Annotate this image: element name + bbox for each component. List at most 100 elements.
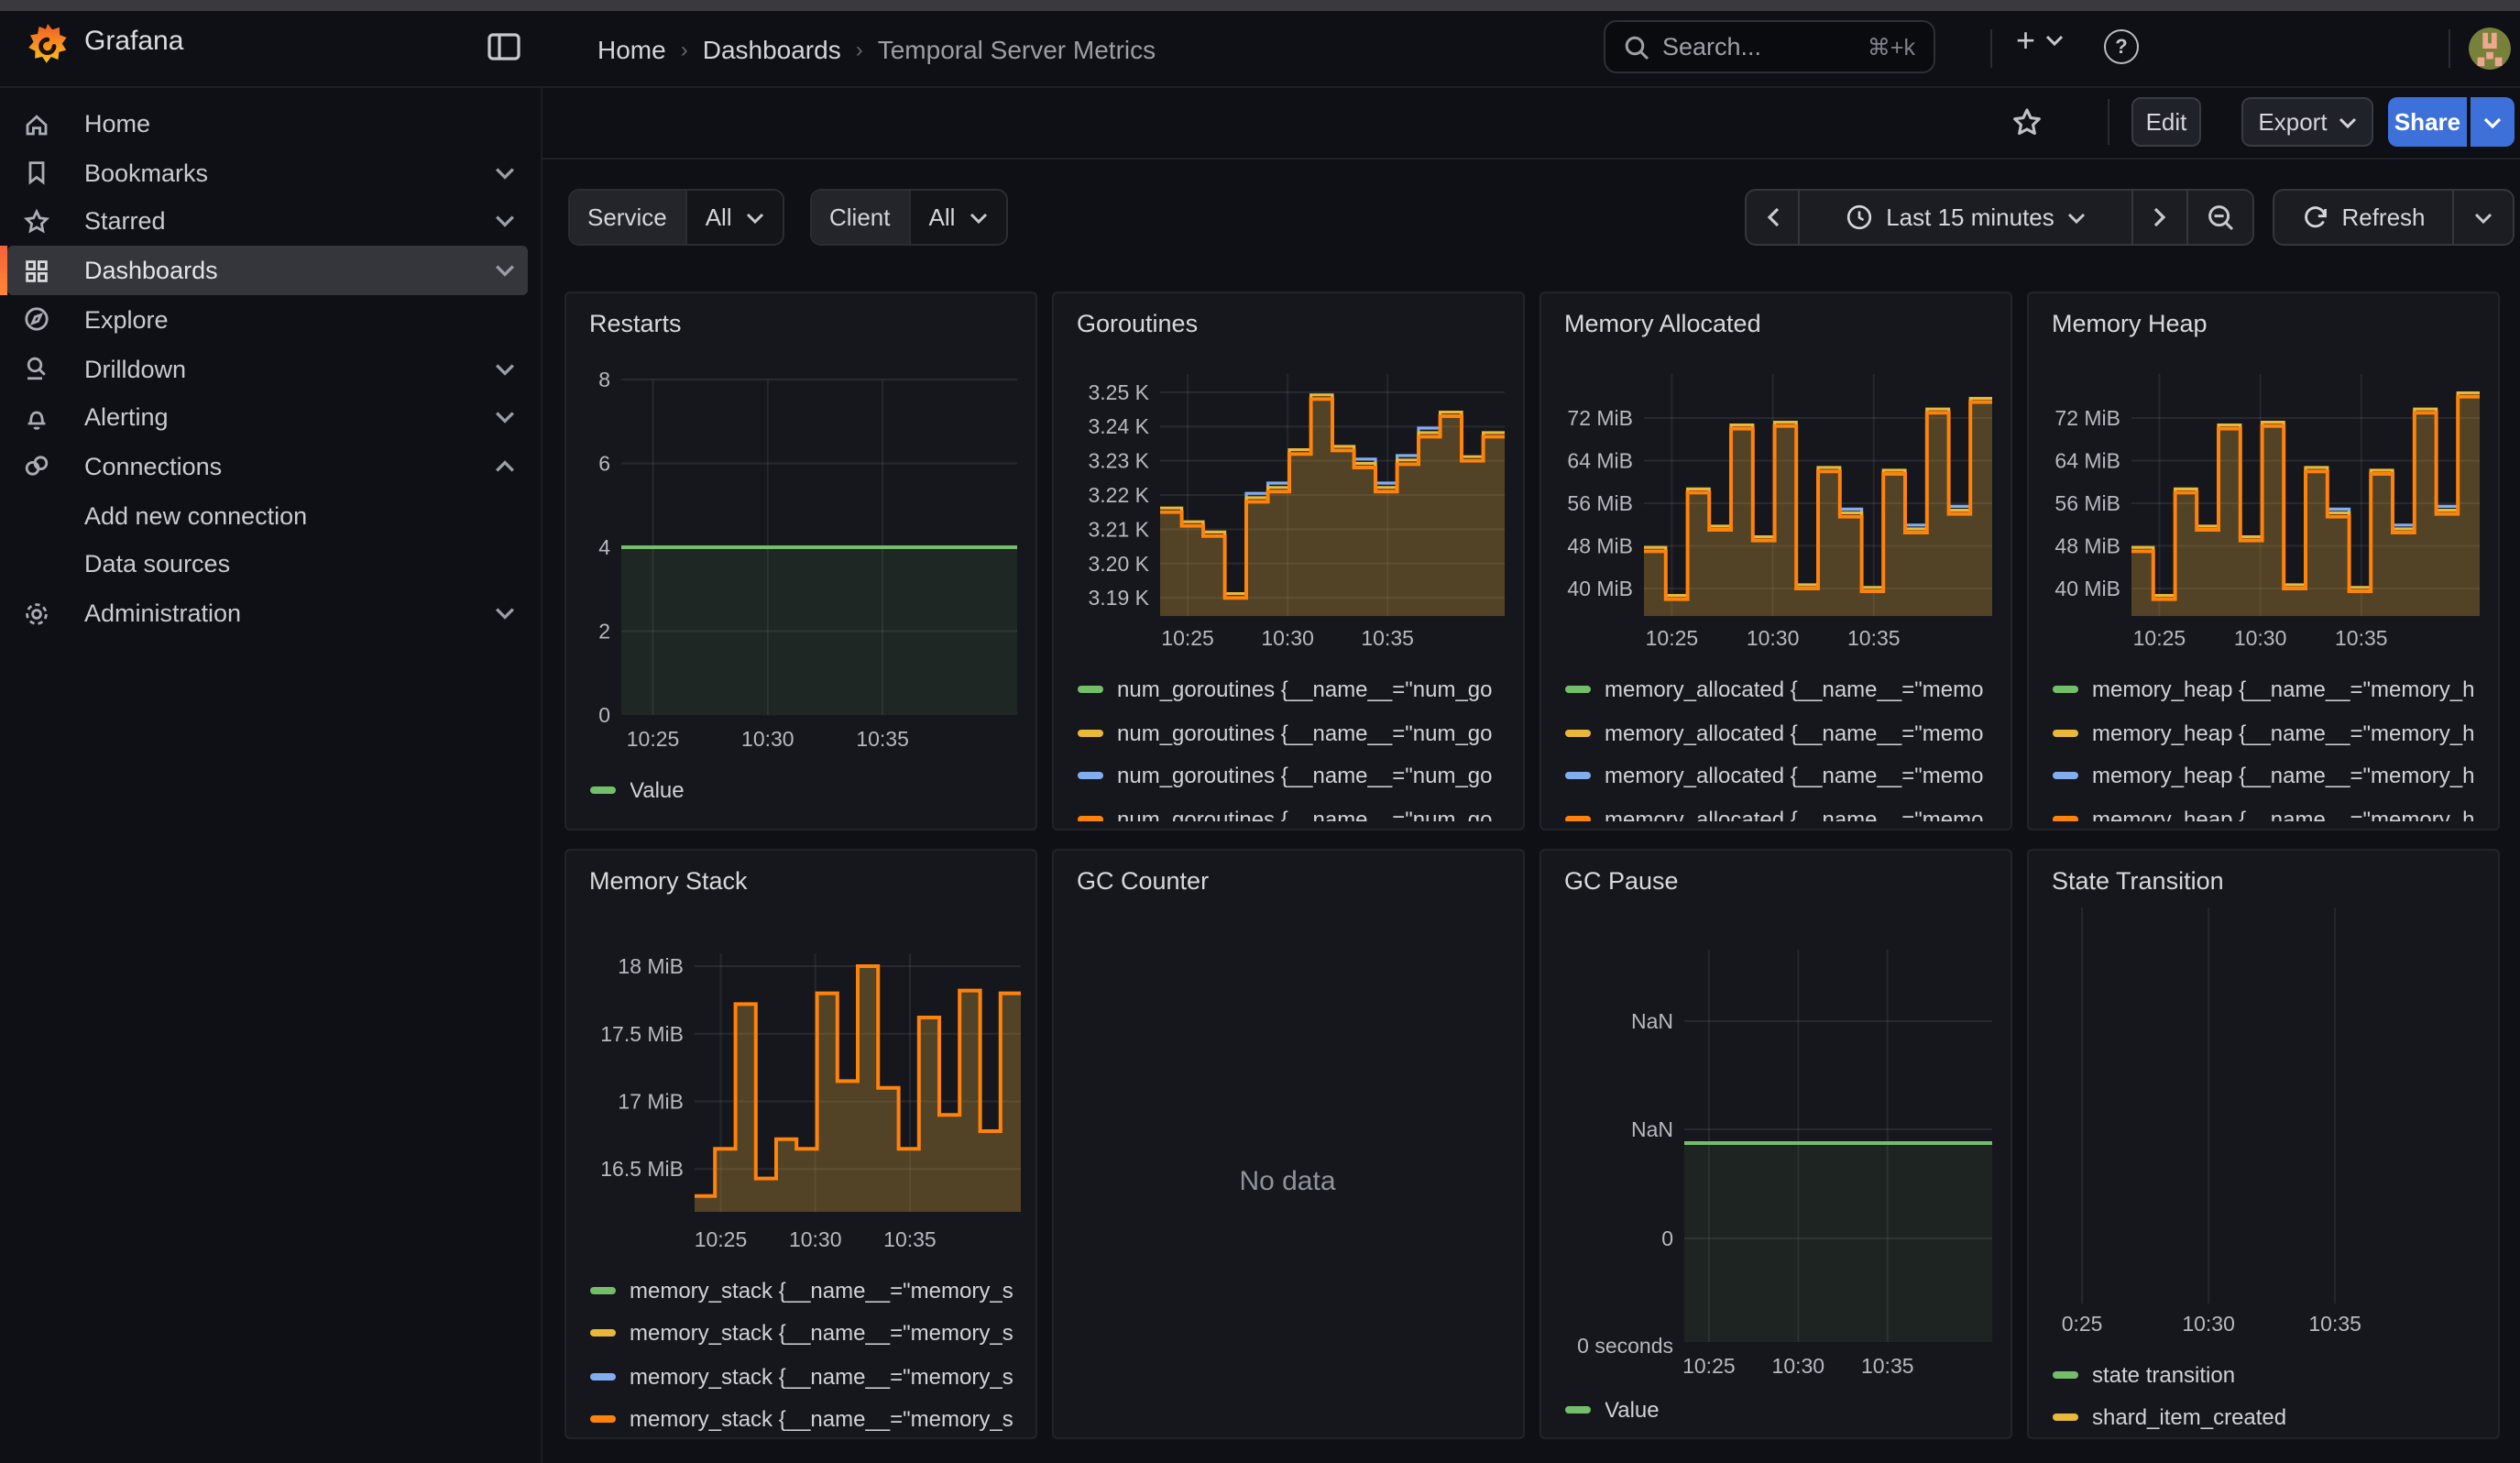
svg-text:18 MiB: 18 MiB <box>617 954 683 978</box>
sidebar-item-home[interactable]: Home <box>0 99 541 148</box>
share-dropdown-button[interactable] <box>2470 97 2514 147</box>
search-input[interactable]: Search... ⌘+k <box>1604 20 1935 73</box>
legend-item[interactable]: memory_allocated {__name__="memo <box>1564 668 1999 711</box>
legend-series-label[interactable]: shard_item_created <box>2092 1405 2286 1431</box>
export-button[interactable]: Export <box>2241 97 2373 147</box>
panel-title[interactable]: GC Pause <box>1564 867 1679 895</box>
share-button[interactable]: Share <box>2388 97 2467 147</box>
sidebar-item-alerting[interactable]: Alerting <box>0 392 541 442</box>
legend-item[interactable]: state transition <box>2052 1353 2486 1396</box>
legend-item[interactable]: memory_allocated {__name__="memo <box>1564 798 1999 820</box>
legend-item[interactable]: memory_heap {__name__="memory_h <box>2052 754 2486 798</box>
chevron-down-icon <box>2044 35 2063 46</box>
sidebar-item-explore[interactable]: Explore <box>0 295 541 345</box>
edit-button[interactable]: Edit <box>2131 97 2201 147</box>
zoom-out-icon <box>2206 203 2235 232</box>
sidebar-item-label: Add new connection <box>84 501 307 529</box>
service-variable-value[interactable]: All <box>685 191 783 244</box>
panel-title[interactable]: Memory Heap <box>2052 309 2208 336</box>
legend-item[interactable]: Value <box>589 769 1024 812</box>
time-range-picker[interactable]: Last 15 minutes <box>1798 191 2131 244</box>
breadcrumb-item[interactable]: Home <box>597 34 666 63</box>
svg-text:0:25: 0:25 <box>2061 1312 2102 1336</box>
panel-title[interactable]: Goroutines <box>1077 309 1198 336</box>
client-variable[interactable]: Client All <box>809 189 1008 246</box>
mega-menu-toggle-icon[interactable] <box>488 33 520 60</box>
panel-title[interactable]: Restarts <box>589 309 682 336</box>
legend-series-label[interactable]: memory_allocated {__name__="memo <box>1605 807 1983 821</box>
legend-series-label[interactable]: Value <box>630 778 685 804</box>
panel-title[interactable]: Memory Allocated <box>1564 309 1761 336</box>
sidebar-item-label: Data sources <box>84 551 230 578</box>
legend-series-label[interactable]: memory_allocated {__name__="memo <box>1605 720 1983 746</box>
legend-item[interactable]: memory_heap {__name__="memory_h <box>2052 798 2486 820</box>
legend-series-label[interactable]: state transition <box>2092 1362 2235 1388</box>
legend-item[interactable]: num_goroutines {__name__="num_go <box>1077 798 1511 820</box>
legend-item[interactable]: num_goroutines {__name__="num_go <box>1077 668 1511 711</box>
time-forward-button[interactable] <box>2131 191 2186 244</box>
legend-item[interactable]: memory_stack {__name__="memory_s <box>589 1355 1024 1398</box>
svg-text:6: 6 <box>597 451 609 475</box>
svg-text:3.24 K: 3.24 K <box>1088 413 1149 437</box>
add-new-button[interactable]: + <box>2016 24 2063 57</box>
chevron-down-icon <box>495 607 515 620</box>
refresh-button[interactable]: Refresh <box>2274 191 2452 244</box>
legend-series-label[interactable]: memory_heap {__name__="memory_h <box>2092 807 2474 821</box>
legend-item[interactable]: memory_heap {__name__="memory_h <box>2052 711 2486 754</box>
legend-series-label[interactable]: memory_allocated {__name__="memo <box>1605 677 1983 703</box>
legend-item[interactable]: memory_stack {__name__="memory_s <box>589 1269 1024 1312</box>
grafana-logo-icon[interactable] <box>26 22 70 66</box>
help-icon[interactable]: ? <box>2104 29 2139 64</box>
legend-item[interactable]: memory_stack {__name__="memory_s <box>589 1398 1024 1439</box>
legend-series-label[interactable]: memory_stack {__name__="memory_s <box>630 1278 1013 1304</box>
favorite-star-icon[interactable] <box>2011 106 2043 139</box>
bookmark-icon <box>22 158 51 187</box>
sidebar-item-administration[interactable]: Administration <box>0 588 541 638</box>
client-variable-value[interactable]: All <box>909 191 1007 244</box>
sidebar-item-connections[interactable]: Connections <box>0 442 541 491</box>
legend-item[interactable]: memory_stack {__name__="memory_s <box>589 1312 1024 1355</box>
sidebar-item-add-new-connection[interactable]: Add new connection <box>0 490 541 540</box>
legend-series-label[interactable]: memory_stack {__name__="memory_s <box>630 1364 1013 1390</box>
legend-series-label[interactable]: memory_heap {__name__="memory_h <box>2092 677 2474 703</box>
sidebar-item-dashboards[interactable]: Dashboards <box>0 246 541 295</box>
legend-series-label[interactable]: memory_stack {__name__="memory_s <box>630 1407 1013 1433</box>
chart-plot-area[interactable]: NaNNaN00 seconds10:2510:3010:35 <box>1540 851 2011 1439</box>
legend-series-label[interactable]: memory_allocated {__name__="memo <box>1605 764 1983 789</box>
legend-item[interactable]: num_goroutines {__name__="num_go <box>1077 754 1511 798</box>
legend-series-label[interactable]: memory_heap {__name__="memory_h <box>2092 720 2474 746</box>
time-back-button[interactable] <box>1747 191 1798 244</box>
legend-item[interactable]: memory_allocated {__name__="memo <box>1564 754 1999 798</box>
panel-title[interactable]: Memory Stack <box>589 867 748 895</box>
avatar[interactable] <box>2469 28 2511 70</box>
legend-item[interactable]: memory_allocated {__name__="memo <box>1564 711 1999 754</box>
sidebar-item-bookmarks[interactable]: Bookmarks <box>0 148 541 197</box>
refresh-interval-button[interactable] <box>2452 191 2513 244</box>
chart-plot-area[interactable]: 8642010:2510:3010:35 <box>565 292 1036 830</box>
service-variable[interactable]: Service All <box>567 189 785 246</box>
svg-text:10:35: 10:35 <box>882 1227 936 1251</box>
legend-item[interactable]: shard_item_created <box>2052 1396 2486 1439</box>
legend-series-label[interactable]: memory_stack {__name__="memory_s <box>630 1321 1013 1347</box>
rings-icon <box>22 452 51 481</box>
chart-plot-area[interactable]: 0:2510:3010:35 <box>2028 851 2499 1439</box>
search-shortcut: ⌘+k <box>1868 33 1915 60</box>
legend-series-label[interactable]: num_goroutines {__name__="num_go <box>1117 720 1493 746</box>
legend-series-label[interactable]: Value <box>1605 1397 1660 1423</box>
legend-series-label[interactable]: num_goroutines {__name__="num_go <box>1117 764 1493 789</box>
legend-series-label[interactable]: num_goroutines {__name__="num_go <box>1117 677 1493 703</box>
zoom-out-button[interactable] <box>2186 191 2252 244</box>
sidebar-item-starred[interactable]: Starred <box>0 197 541 247</box>
legend-item[interactable]: num_goroutines {__name__="num_go <box>1077 711 1511 754</box>
sidebar-item-data-sources[interactable]: Data sources <box>0 540 541 589</box>
legend-series-label[interactable]: num_goroutines {__name__="num_go <box>1117 807 1493 821</box>
svg-text:3.23 K: 3.23 K <box>1088 448 1149 472</box>
legend-series-label[interactable]: memory_heap {__name__="memory_h <box>2092 764 2474 789</box>
svg-text:48 MiB: 48 MiB <box>2054 534 2120 557</box>
legend-item[interactable]: Value <box>1564 1388 1999 1431</box>
panel-title[interactable]: GC Counter <box>1077 867 1209 895</box>
sidebar-item-drilldown[interactable]: Drilldown <box>0 344 541 393</box>
panel-title[interactable]: State Transition <box>2052 867 2224 895</box>
breadcrumb-item[interactable]: Dashboards <box>703 34 841 63</box>
legend-item[interactable]: memory_heap {__name__="memory_h <box>2052 668 2486 711</box>
